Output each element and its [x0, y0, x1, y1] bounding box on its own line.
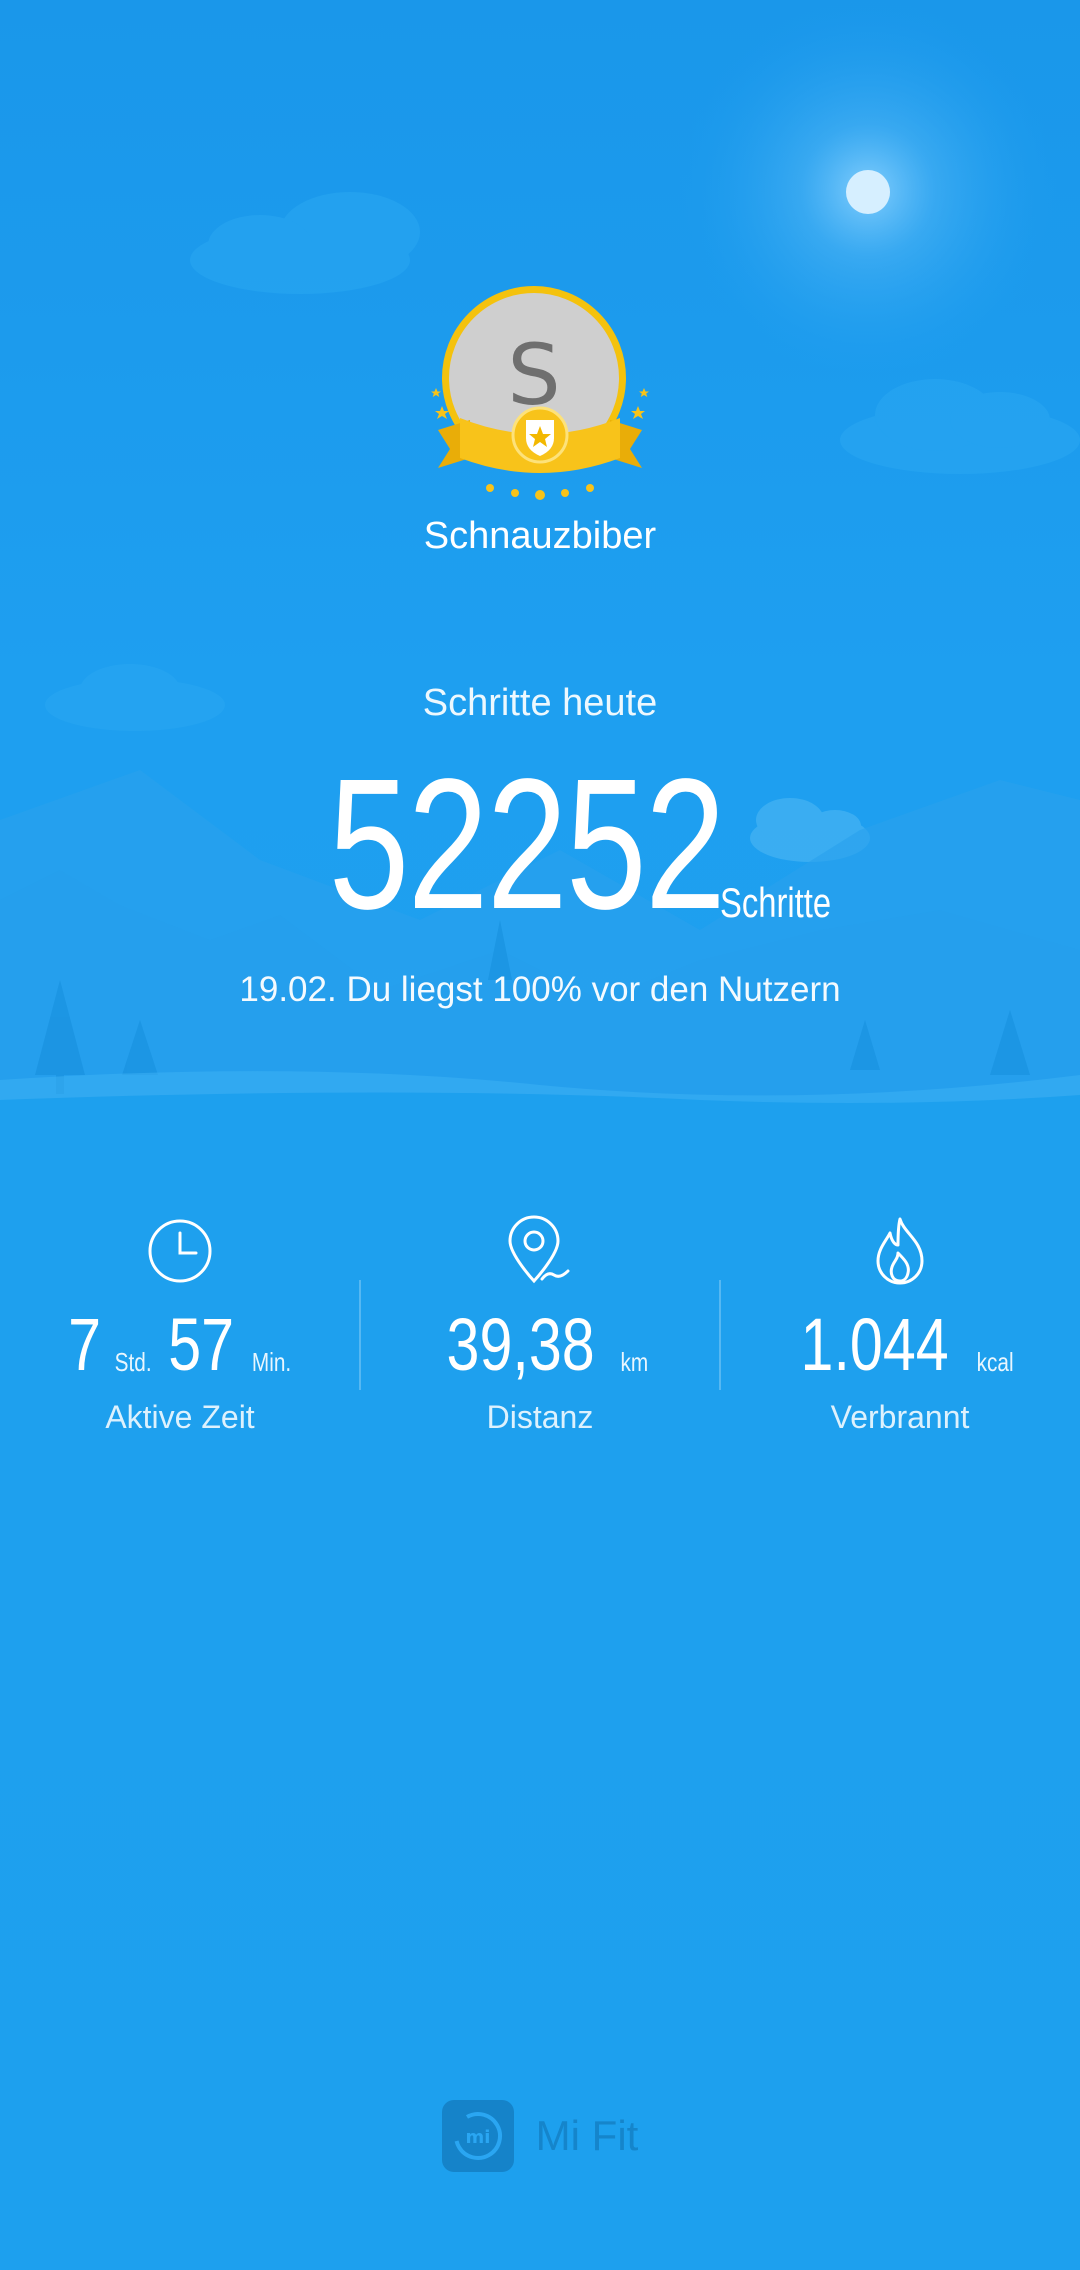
steps-today-label: Schritte heute	[422, 682, 658, 724]
steps-count: 52252Schritte	[0, 741, 1080, 948]
clock-icon	[148, 1219, 212, 1283]
calories-unit: kcal	[976, 1347, 1014, 1377]
calories-number: 1.044	[800, 1303, 949, 1386]
stats-row: 7 Std. 57 Min. Aktive Zeit 39,38 km Dist…	[0, 1215, 1080, 1455]
active-time-value: 7 Std. 57 Min.	[0, 1303, 360, 1387]
minutes-unit: Min.	[251, 1347, 292, 1377]
avatar[interactable]: S	[430, 280, 650, 505]
stat-active-time: 7 Std. 57 Min. Aktive Zeit	[0, 1215, 360, 1455]
active-hours: 7	[68, 1303, 101, 1386]
steps-value: 52252	[328, 741, 726, 948]
mi-fit-logo-icon: mi	[441, 2100, 514, 2172]
flame-icon	[876, 1217, 924, 1285]
rank-text: 19.02. Du liegst 100% vor den Nutzern	[239, 970, 841, 1009]
gold-badge-icon	[431, 388, 649, 500]
active-minutes: 57	[168, 1303, 235, 1386]
distance-number: 39,38	[446, 1303, 595, 1386]
hours-unit: Std.	[114, 1347, 152, 1377]
calories-value: 1.044 kcal	[720, 1303, 1080, 1387]
steps-unit: Schritte	[720, 879, 832, 926]
mi-fit-share-screen: S Schnauzbiber Schritte heute 52252Schri…	[0, 0, 1080, 2270]
distance-unit: km	[620, 1347, 649, 1377]
logo-text: mi	[465, 2127, 490, 2148]
distance-label: Distanz	[486, 1399, 594, 1435]
username: Schnauzbiber	[423, 515, 657, 557]
distance-value: 39,38 km	[360, 1303, 720, 1387]
stat-distance: 39,38 km Distanz	[360, 1215, 720, 1455]
stat-calories: 1.044 kcal Verbrannt	[720, 1215, 1080, 1455]
landscape-background	[0, 0, 1080, 1120]
app-name: Mi Fit	[535, 2112, 639, 2159]
calories-label: Verbrannt	[830, 1399, 970, 1435]
footer-branding: mi Mi Fit	[0, 2100, 1080, 2172]
active-time-label: Aktive Zeit	[105, 1399, 255, 1435]
location-pin-icon	[508, 1215, 570, 1284]
